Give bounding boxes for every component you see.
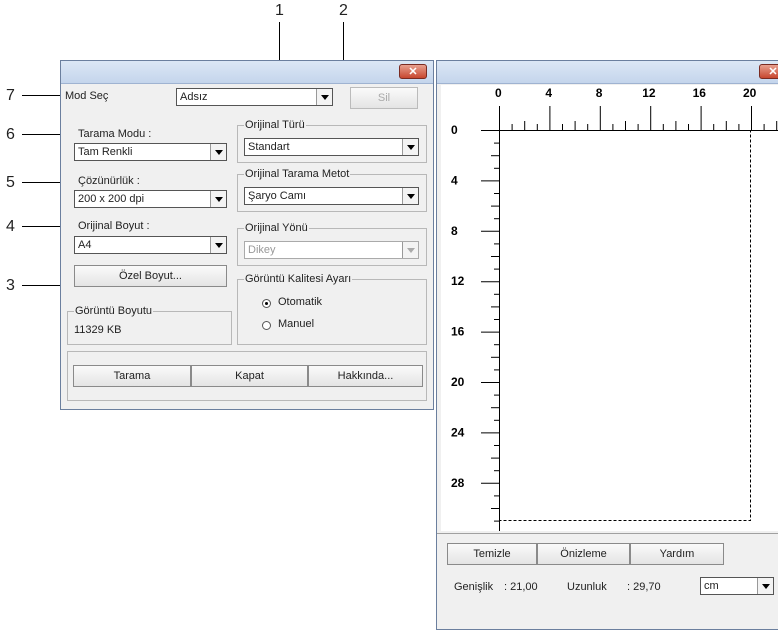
orijinal-yonu-group: Orijinal Yönü Dikey <box>237 222 427 266</box>
preview-ruler-svg: 0 4 8 12 16 20 0 4 8 12 16 20 24 28 <box>451 86 778 531</box>
uzunluk-label: Uzunluk <box>567 581 607 593</box>
button-bar: Tarama Kapat Hakkında... <box>67 351 427 401</box>
callout-2: 2 <box>339 2 348 19</box>
orijinal-turu-dropdown[interactable]: Standart <box>244 138 419 156</box>
mod-sec-value: Adsız <box>180 91 208 103</box>
orijinal-turu-group: Orijinal Türü Standart <box>237 119 427 163</box>
cozunurluk-label: Çözünürlük : <box>78 175 140 187</box>
unit-dropdown[interactable]: cm <box>700 577 774 595</box>
chevron-down-icon[interactable] <box>210 237 226 253</box>
tarama-metot-dropdown[interactable]: Şaryo Camı <box>244 187 419 205</box>
left-ruler-label: 8 <box>451 224 458 238</box>
orijinal-turu-title: Orijinal Türü <box>244 119 306 131</box>
left-ruler-label: 0 <box>451 123 458 137</box>
goruntu-kalitesi-title: Görüntü Kalitesi Ayarı <box>244 273 353 285</box>
orijinal-yonu-title: Orijinal Yönü <box>244 222 309 234</box>
left-ruler-label: 16 <box>451 325 465 339</box>
top-ruler-label: 8 <box>596 86 603 100</box>
chevron-down-icon[interactable] <box>402 139 418 155</box>
top-ruler-label: 16 <box>693 86 707 100</box>
temizle-button[interactable]: Temizle <box>447 543 537 565</box>
chevron-down-icon[interactable] <box>316 89 332 105</box>
kapat-button[interactable]: Kapat <box>191 365 308 387</box>
goruntu-boyutu-group: Görüntü Boyutu 11329 KB <box>67 305 232 345</box>
tarama-modu-dropdown[interactable]: Tam Renkli <box>74 143 227 161</box>
callout-5: 5 <box>6 174 15 191</box>
chevron-down-icon[interactable] <box>210 191 226 207</box>
orijinal-yonu-dropdown[interactable]: Dikey <box>244 241 419 259</box>
chevron-down-icon[interactable] <box>757 578 773 594</box>
chevron-down-icon[interactable] <box>402 188 418 204</box>
sil-button[interactable]: Sil <box>350 87 418 109</box>
close-icon[interactable]: ✕ <box>399 64 427 79</box>
chevron-down-icon[interactable] <box>210 144 226 160</box>
top-ruler-label: 0 <box>495 86 502 100</box>
preview-title-bar <box>437 61 778 84</box>
left-ruler-label: 20 <box>451 375 465 389</box>
left-ruler-label: 12 <box>451 274 465 288</box>
yardim-button[interactable]: Yardım <box>630 543 724 565</box>
goruntu-boyutu-title: Görüntü Boyutu <box>74 305 154 317</box>
scan-area-frame[interactable] <box>499 130 751 521</box>
orijinal-boyut-dropdown[interactable]: A4 <box>74 236 227 254</box>
mod-sec-label: Mod Seç <box>65 90 109 102</box>
chevron-down-icon[interactable] <box>402 242 418 258</box>
manuel-radio[interactable] <box>262 321 271 330</box>
goruntu-kalitesi-group: Görüntü Kalitesi Ayarı Otomatik Manuel <box>237 273 427 345</box>
tarama-modu-label: Tarama Modu : <box>78 128 152 140</box>
unit-value: cm <box>704 580 719 592</box>
top-ruler-label: 4 <box>545 86 552 100</box>
hakkinda-button[interactable]: Hakkında... <box>308 365 423 387</box>
left-ruler-label: 24 <box>451 425 465 439</box>
manuel-label[interactable]: Manuel <box>278 318 314 330</box>
otomatik-label[interactable]: Otomatik <box>278 296 322 308</box>
tarama-button[interactable]: Tarama <box>73 365 191 387</box>
preview-area: 0 4 8 12 16 20 0 4 8 12 16 20 24 28 <box>441 85 778 531</box>
tarama-metot-title: Orijinal Tarama Metot <box>244 168 351 180</box>
cozunurluk-value: 200 x 200 dpi <box>78 193 145 205</box>
goruntu-boyutu-value: 11329 KB <box>74 324 122 336</box>
orijinal-boyut-label: Orijinal Boyut : <box>78 220 150 232</box>
genislik-value: : 21,00 <box>504 581 538 593</box>
onizleme-button[interactable]: Önizleme <box>537 543 630 565</box>
orijinal-boyut-value: A4 <box>78 239 92 251</box>
close-icon[interactable]: ✕ <box>759 64 778 79</box>
callout-line-7 <box>22 95 64 96</box>
ozel-boyut-button[interactable]: Özel Boyut... <box>74 265 227 287</box>
callout-7: 7 <box>6 87 15 104</box>
callout-6: 6 <box>6 126 15 143</box>
cozunurluk-dropdown[interactable]: 200 x 200 dpi <box>74 190 227 208</box>
otomatik-radio[interactable] <box>262 299 271 308</box>
tarama-metot-value: Şaryo Camı <box>248 190 307 202</box>
callout-3: 3 <box>6 277 15 294</box>
callout-4: 4 <box>6 218 15 235</box>
orijinal-yonu-value: Dikey <box>248 244 276 256</box>
scan-settings-window: ✕ Mod Seç Adsız Sil Tarama Modu : Tam Re… <box>60 60 434 410</box>
tarama-metot-group: Orijinal Tarama Metot Şaryo Camı <box>237 168 427 212</box>
preview-window: ✕ 0 4 8 12 16 20 0 4 8 12 16 20 24 28 Temizle Önizlem… <box>436 60 778 630</box>
title-bar <box>61 61 433 84</box>
left-ruler-label: 4 <box>451 173 458 187</box>
top-ruler-label: 20 <box>743 86 757 100</box>
uzunluk-value: : 29,70 <box>627 581 661 593</box>
preview-divider <box>437 533 778 534</box>
top-ruler-label: 12 <box>642 86 656 100</box>
tarama-modu-value: Tam Renkli <box>78 146 133 158</box>
genislik-label: Genişlik <box>454 581 494 593</box>
orijinal-turu-value: Standart <box>248 141 290 153</box>
mod-sec-dropdown[interactable]: Adsız <box>176 88 333 106</box>
callout-1: 1 <box>275 2 284 19</box>
left-ruler-label: 28 <box>451 476 465 490</box>
